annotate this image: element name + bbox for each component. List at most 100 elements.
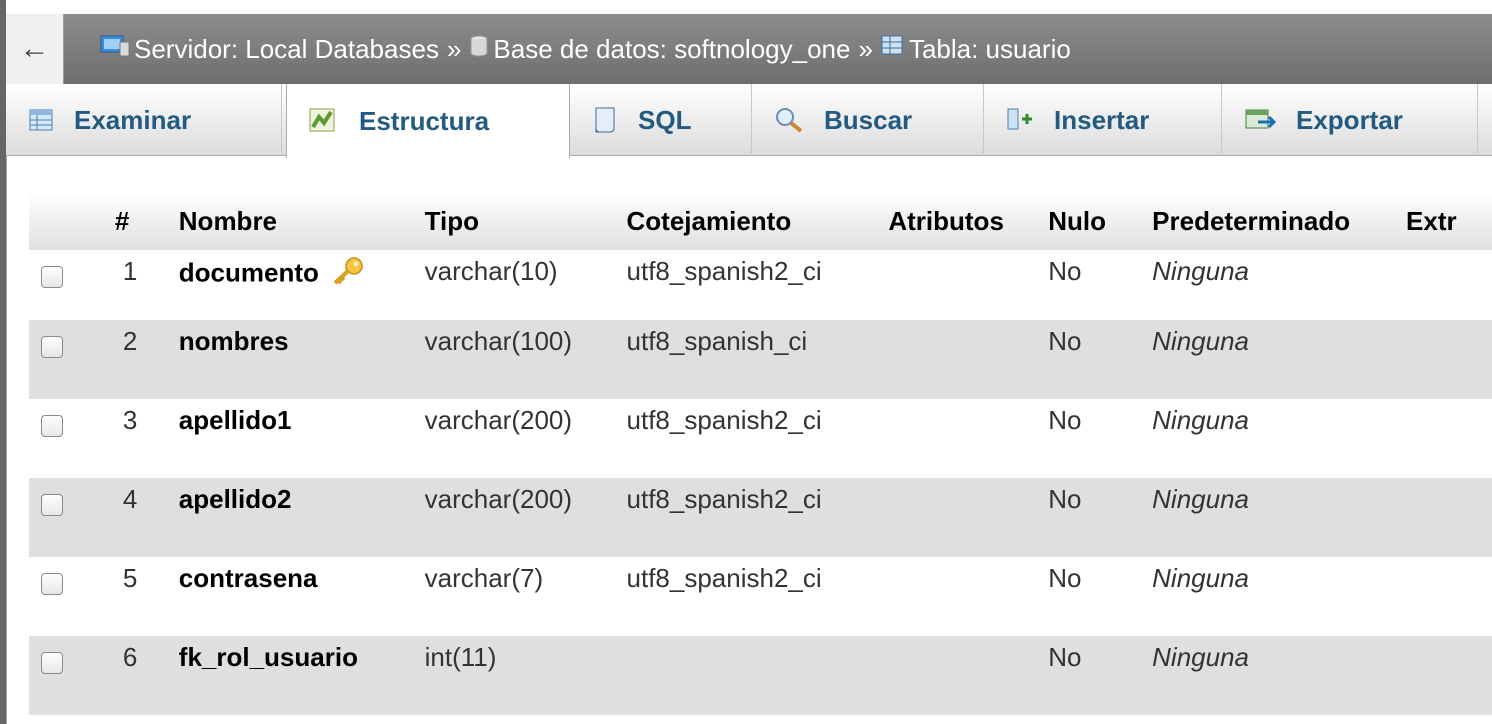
tab-exportar-label: Exportar — [1296, 104, 1403, 135]
export-icon — [1244, 106, 1276, 134]
header-tipo[interactable]: Tipo — [420, 192, 623, 250]
tab-insertar-label: Insertar — [1054, 104, 1150, 135]
column-default: Ninguna — [1152, 563, 1250, 593]
sql-icon — [592, 106, 618, 134]
column-name[interactable]: nombres — [174, 320, 421, 399]
column-name[interactable]: documento — [179, 257, 319, 287]
table-row: 6 fk_rol_usuario int(11) No Ninguna — [29, 636, 1492, 715]
tab-buscar[interactable]: Buscar — [752, 84, 984, 156]
column-collation: utf8_spanish_ci — [622, 320, 885, 399]
row-checkbox-cell — [29, 250, 111, 320]
row-checkbox-cell — [29, 557, 111, 636]
header-checkbox-col — [29, 192, 111, 250]
tab-estructura-label: Estructura — [359, 105, 490, 136]
column-type: varchar(100) — [420, 320, 623, 399]
row-checkbox-cell — [29, 399, 111, 478]
breadcrumb-server-label: Servidor: Local Databases — [134, 33, 439, 64]
column-name[interactable]: apellido2 — [174, 478, 421, 557]
row-number: 1 — [122, 256, 138, 286]
column-extra — [1402, 320, 1492, 399]
breadcrumb-separator: » — [446, 33, 462, 64]
tab-sql[interactable]: SQL — [570, 84, 752, 156]
column-collation: utf8_spanish2_ci — [626, 405, 822, 435]
column-collation: utf8_spanish2_ci — [622, 478, 885, 557]
breadcrumb-table[interactable]: Tabla: usuario — [881, 34, 1071, 65]
column-collation: utf8_spanish2_ci — [626, 563, 822, 593]
tab-buscar-label: Buscar — [824, 104, 913, 135]
column-null: No — [1048, 256, 1082, 286]
breadcrumb-separator: » — [858, 33, 873, 64]
breadcrumb-table-label: Tabla: usuario — [908, 33, 1071, 64]
tab-examinar-label: Examinar — [74, 104, 192, 135]
row-checkbox[interactable] — [41, 336, 63, 358]
structure-panel: # Nombre Tipo Cotejamiento Atributos Nul… — [6, 156, 1492, 724]
row-checkbox[interactable] — [41, 494, 63, 516]
row-checkbox[interactable] — [41, 573, 63, 595]
column-attributes — [884, 399, 1044, 478]
header-number: # — [110, 192, 175, 250]
column-name[interactable]: fk_rol_usuario — [174, 636, 421, 715]
primary-key-icon — [330, 256, 364, 293]
column-attributes — [884, 320, 1045, 399]
row-number: 5 — [122, 563, 138, 593]
column-type: varchar(10) — [424, 256, 558, 286]
structure-table: # Nombre Tipo Cotejamiento Atributos Nul… — [29, 192, 1492, 715]
row-number: 4 — [110, 478, 175, 557]
arrow-left-icon: ← — [19, 32, 50, 65]
tab-insertar[interactable]: Insertar — [984, 84, 1222, 156]
header-cotejamiento[interactable]: Cotejamiento — [622, 192, 885, 250]
database-icon — [469, 34, 489, 65]
breadcrumb-server[interactable]: Servidor: Local Databases — [100, 34, 439, 65]
header-atributos[interactable]: Atributos — [884, 192, 1045, 250]
tab-examinar[interactable]: Examinar — [6, 84, 282, 156]
table-row: 1 documento varchar(10) utf8_spanish2_ci… — [29, 250, 1492, 320]
column-extra — [1402, 399, 1492, 478]
insert-icon — [1006, 106, 1034, 134]
structure-icon — [309, 107, 339, 135]
table-row: 4 apellido2 varchar(200) utf8_spanish2_c… — [29, 478, 1492, 557]
column-name-cell: documento — [175, 250, 421, 320]
table-row: 2 nombres varchar(100) utf8_spanish_ci N… — [29, 320, 1492, 399]
browse-table-icon — [28, 107, 54, 133]
column-type: int(11) — [420, 636, 623, 715]
column-default: Ninguna — [1152, 405, 1250, 435]
column-extra — [1402, 478, 1492, 557]
row-checkbox[interactable] — [41, 652, 63, 674]
row-checkbox[interactable] — [41, 266, 63, 288]
header-nombre[interactable]: Nombre — [174, 192, 421, 250]
tab-exportar[interactable]: Exportar — [1222, 84, 1478, 156]
column-extra — [1402, 636, 1492, 715]
column-name[interactable]: contrasena — [175, 557, 421, 636]
breadcrumb: Servidor: Local Databases » Base de dato… — [100, 34, 1071, 65]
search-icon — [774, 106, 804, 134]
column-default: Ninguna — [1148, 320, 1403, 399]
column-default: Ninguna — [1148, 636, 1403, 715]
tab-estructura[interactable]: Estructura — [286, 84, 570, 158]
table-icon — [881, 34, 905, 65]
column-extra — [1402, 250, 1492, 320]
table-row: 5 contrasena varchar(7) utf8_spanish2_ci… — [29, 557, 1492, 636]
column-default: Ninguna — [1152, 256, 1250, 286]
column-collation — [622, 636, 885, 715]
header-extra[interactable]: Extr — [1402, 192, 1492, 250]
back-button[interactable]: ← — [6, 14, 64, 84]
row-checkbox-cell — [29, 320, 111, 399]
row-number: 2 — [110, 320, 175, 399]
server-icon — [100, 34, 130, 65]
table-header-row: # Nombre Tipo Cotejamiento Atributos Nul… — [29, 192, 1492, 250]
column-type: varchar(7) — [424, 563, 544, 593]
column-type: varchar(200) — [424, 405, 573, 435]
column-attributes — [884, 557, 1044, 636]
column-default: Ninguna — [1148, 478, 1403, 557]
header-nulo[interactable]: Nulo — [1044, 192, 1149, 250]
header-predeterminado[interactable]: Predeterminado — [1148, 192, 1403, 250]
column-type: varchar(200) — [420, 478, 623, 557]
row-checkbox[interactable] — [41, 415, 63, 437]
column-attributes — [884, 478, 1045, 557]
table-row: 3 apellido1 varchar(200) utf8_spanish2_c… — [29, 399, 1492, 478]
breadcrumb-database[interactable]: Base de datos: softnology_one — [469, 34, 850, 65]
row-number: 3 — [122, 405, 138, 435]
column-collation: utf8_spanish2_ci — [626, 256, 822, 286]
column-attributes — [884, 636, 1045, 715]
column-name[interactable]: apellido1 — [175, 399, 421, 478]
